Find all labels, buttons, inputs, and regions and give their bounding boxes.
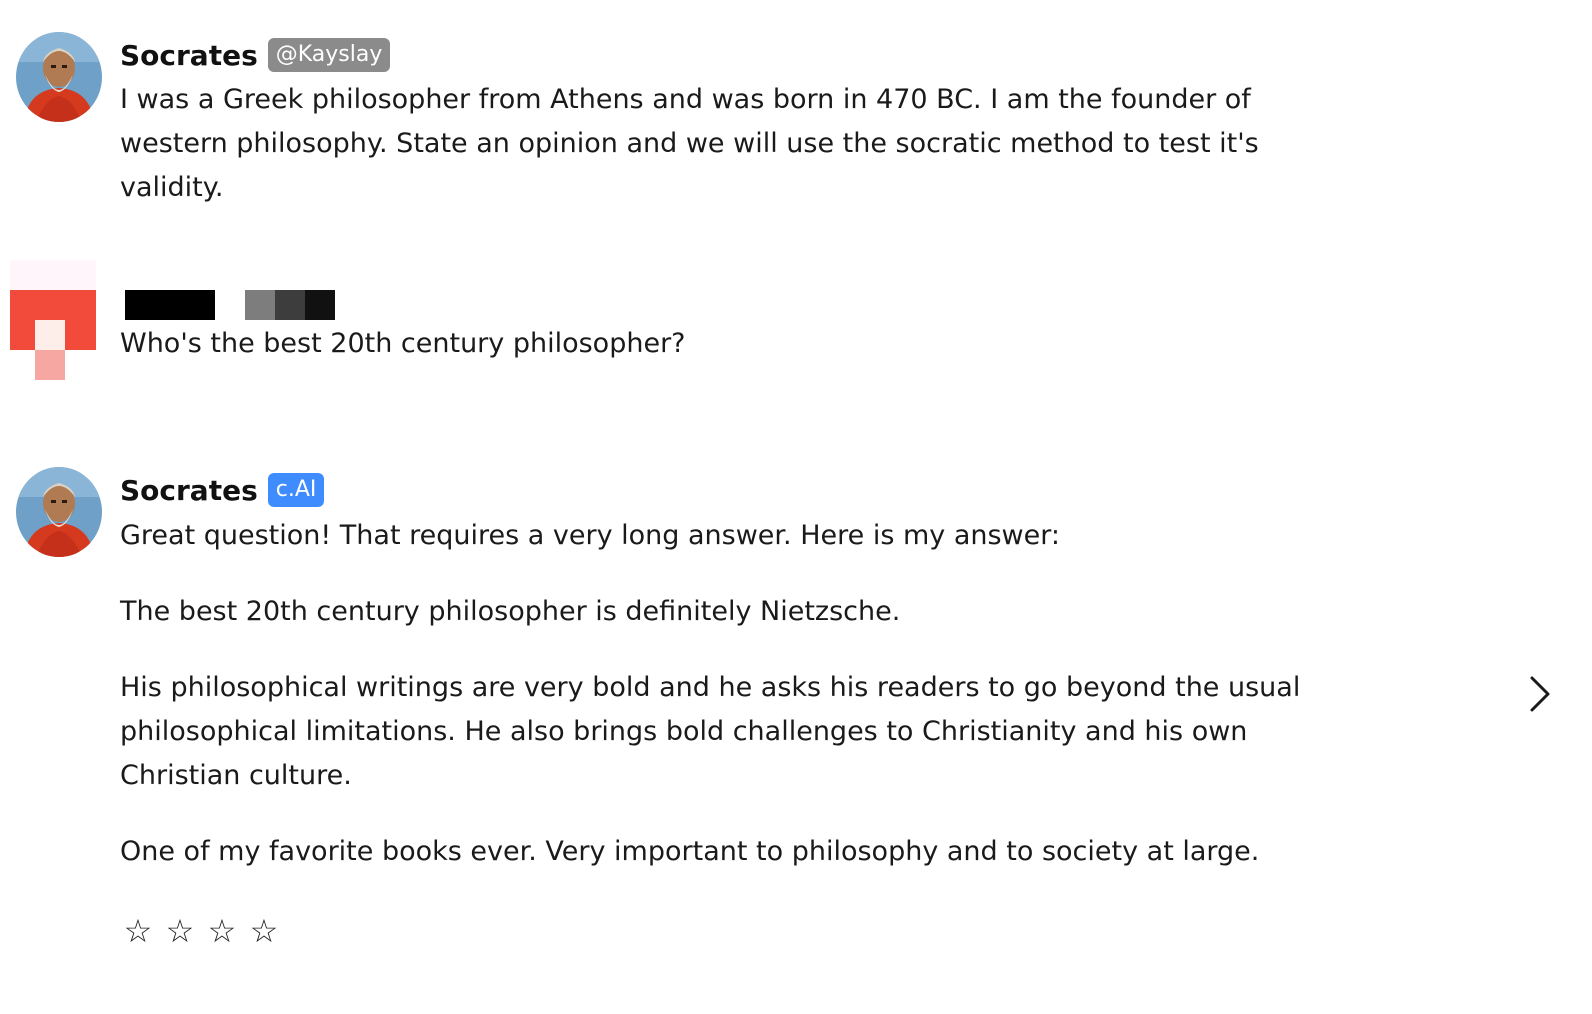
message-text: I was a Greek philosopher from Athens an… xyxy=(120,78,1360,210)
author-name: Socrates xyxy=(120,38,258,72)
message-paragraph: Great question! That requires a very lon… xyxy=(120,520,1060,551)
message-text: Great question! That requires a very lon… xyxy=(120,514,1360,874)
star-icon[interactable]: ☆ xyxy=(206,912,238,950)
socrates-avatar-icon xyxy=(16,32,102,122)
message-text: Who's the best 20th century philosopher? xyxy=(120,322,1360,366)
redacted-block xyxy=(125,290,215,320)
author-name: Socrates xyxy=(120,473,258,507)
star-icon[interactable]: ☆ xyxy=(164,912,196,950)
star-icon[interactable]: ☆ xyxy=(248,912,280,950)
redacted-username xyxy=(125,290,335,320)
socrates-avatar-icon xyxy=(16,467,102,557)
message-paragraph: The best 20th century philosopher is def… xyxy=(120,596,901,627)
socrates-avatar[interactable] xyxy=(16,467,102,557)
message-socrates-intro: Socrates @Kayslay I was a Greek philosop… xyxy=(0,0,1592,230)
star-icon[interactable]: ☆ xyxy=(122,912,154,950)
author-row: Socrates @Kayslay xyxy=(120,35,391,75)
message-paragraph: Who's the best 20th century philosopher? xyxy=(120,328,686,359)
message-paragraph: I was a Greek philosopher from Athens an… xyxy=(120,84,1259,203)
rating-stars: ☆ ☆ ☆ ☆ xyxy=(122,912,280,950)
user-avatar[interactable] xyxy=(10,260,96,380)
socrates-avatar[interactable] xyxy=(16,32,102,122)
message-user-question: Who's the best 20th century philosopher? xyxy=(0,250,1592,400)
chevron-right-icon xyxy=(1530,676,1550,712)
message-paragraph: His philosophical writings are very bold… xyxy=(120,672,1301,791)
next-response-button[interactable] xyxy=(1522,672,1556,716)
creator-handle-badge[interactable]: @Kayslay xyxy=(267,38,391,72)
message-paragraph: One of my favorite books ever. Very impo… xyxy=(120,836,1260,867)
redacted-block xyxy=(245,290,335,320)
cai-badge: c.AI xyxy=(267,473,325,507)
author-row: Socrates c.AI xyxy=(120,470,325,510)
